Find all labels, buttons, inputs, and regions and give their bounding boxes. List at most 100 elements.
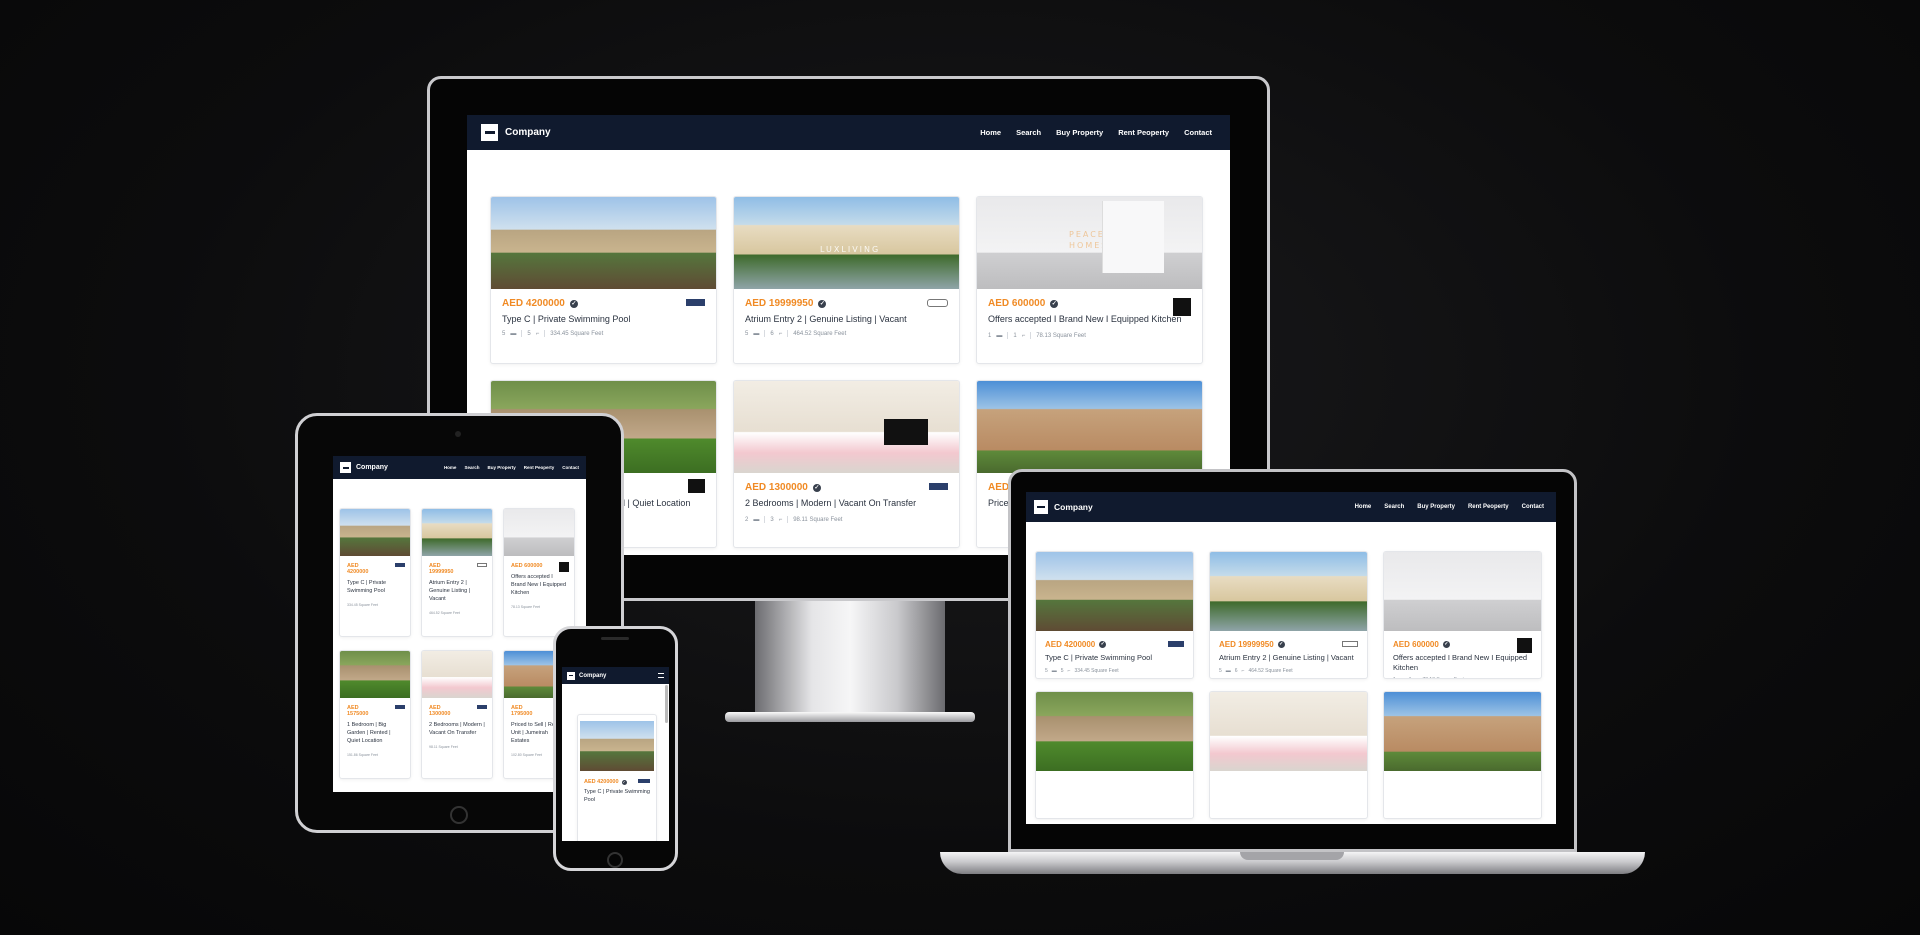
baths-count: 1 [1409,677,1412,678]
listing-title[interactable]: Atrium Entry 2 | Genuine Listing | Vacan… [745,314,948,324]
listing-title[interactable]: Offers accepted I Brand New I Equipped K… [988,314,1191,324]
listing-photo[interactable] [1384,692,1541,771]
phone-home-button[interactable] [607,852,623,868]
listing-title[interactable]: Type C | Private Swimming Pool [1045,653,1184,662]
listing-title[interactable]: Type C | Private Swimming Pool [584,788,650,804]
beds-count: 1 [988,332,992,339]
bath-icon: ⌐ [1241,668,1245,674]
tablet-screen: Company Home Search Buy Property Rent Pe… [333,456,586,792]
listing-photo[interactable] [422,651,492,698]
listing-photo[interactable] [504,509,574,556]
listing-photo[interactable] [491,197,716,289]
listing-title[interactable]: Offers accepted I Brand New I Equipped K… [1393,653,1532,673]
tablet-home-button[interactable] [450,806,468,824]
bed-icon: ▬ [753,330,760,337]
navbar: Company Home Search Buy Property Rent Pe… [1026,492,1556,522]
listing-card[interactable]: PEACE HOMES AED 600000 ✓ Offers accepted … [976,196,1203,364]
monitor-stand-neck [755,601,945,721]
nav-search[interactable]: Search [464,465,479,470]
menu-toggle-icon[interactable] [658,673,664,678]
listing-photo[interactable] [1036,692,1193,771]
listing-title[interactable]: Atrium Entry 2 | Genuine Listing | Vacan… [1219,653,1358,662]
verified-check-icon: ✓ [818,299,827,308]
listing-price: AED 600000 [988,298,1046,309]
nav-buy-property[interactable]: Buy Property [1056,128,1103,137]
company-logo-icon[interactable] [340,462,351,473]
nav-rent-property[interactable]: Rent Peoperty [1118,128,1169,137]
photo-watermark: LUXLIVING [820,245,881,254]
listing-price: AED 4200000 [584,779,619,785]
listing-photo[interactable] [422,509,492,556]
listing-card[interactable]: AED 4200000 ✓ Type C | Private Swimming P… [490,196,717,364]
brand-name[interactable]: Company [356,464,444,471]
listing-card[interactable]: AED 600000 ✓ Offers accepted I Brand New I… [1383,551,1542,679]
brand-name[interactable]: Company [1054,502,1355,512]
listing-title[interactable]: 2 Bedrooms | Modern | Vacant On Transfer [429,721,485,737]
nav-buy-property[interactable]: Buy Property [487,465,515,470]
nav-contact[interactable]: Contact [562,465,579,470]
area-value: 78.13 Square Feet [1422,677,1463,678]
agent-logo [686,299,705,306]
verified-check-icon: ✓ [1099,641,1107,648]
area-value: 151.86 Square Feet [347,753,378,757]
monitor-stand-base [725,712,975,722]
nav-home[interactable]: Home [1355,504,1372,510]
listing-card[interactable] [1209,691,1368,819]
nav-search[interactable]: Search [1384,504,1404,510]
navbar: Company [562,667,669,684]
area-value: 78.13 Square Feet [1036,332,1086,339]
area-value: 78.13 Square Feet [511,605,540,609]
listing-title[interactable]: 1 Bedroom | Big Garden | Rented | Quiet … [347,721,403,745]
verified-check-icon: ✓ [1050,299,1059,308]
listing-card[interactable] [1383,691,1542,819]
company-logo-icon[interactable] [567,671,575,680]
nav-search[interactable]: Search [1016,128,1041,137]
listing-card[interactable]: AED 1575000 1 Bedroom | Big Garden | Rent… [339,650,411,779]
listing-photo[interactable] [977,381,1202,473]
laptop-notch [1240,852,1344,860]
listing-photo[interactable]: LUXLIVING [734,197,959,289]
brand-name[interactable]: Company [579,673,658,679]
listing-card[interactable]: AED 600000 Offers accepted I Brand New I … [503,508,575,637]
brand-name[interactable]: Company [505,127,980,138]
verified-check-icon: ✓ [812,483,821,492]
listing-title[interactable]: Offers accepted I Brand New I Equipped K… [511,573,567,597]
nav-contact[interactable]: Contact [1184,128,1212,137]
listing-title[interactable]: Type C | Private Swimming Pool [347,579,403,595]
listing-card[interactable]: AED 1300000 ✓ 2 Bedrooms | Modern | Vacan… [733,380,960,548]
listing-photo[interactable] [340,651,410,698]
listing-card[interactable]: AED 4200000 Type C | Private Swimming Poo… [339,508,411,637]
nav-rent-property[interactable]: Rent Peoperty [1468,504,1509,510]
agent-logo [1517,638,1532,653]
verified-check-icon: ✓ [569,299,578,308]
phone-scrollbar[interactable] [665,685,668,723]
listing-photo[interactable] [580,721,654,771]
listing-card[interactable]: LUXLIVING AED 19999950 ✓ Atrium Entry 2 |… [733,196,960,364]
listing-photo[interactable] [734,381,959,473]
listing-photo[interactable]: PEACE HOMES [977,197,1202,289]
listing-title[interactable]: Atrium Entry 2 | Genuine Listing | Vacan… [429,579,485,603]
listing-photo[interactable] [1384,552,1541,631]
listing-photo[interactable] [1210,552,1367,631]
listing-card[interactable]: AED 19999950 ✓ Atrium Entry 2 | Genuine Li… [1209,551,1368,679]
listing-card[interactable]: AED 19999950 Atrium Entry 2 | Genuine Lis… [421,508,493,637]
listing-photo[interactable] [1036,552,1193,631]
listing-card[interactable]: AED 4200000 ✓ Type C | Private Swimming Po… [1035,551,1194,679]
nav-buy-property[interactable]: Buy Property [1417,504,1455,510]
listing-card[interactable]: AED 1300000 2 Bedrooms | Modern | Vacant … [421,650,493,779]
company-logo-icon[interactable] [481,124,498,141]
beds-count: 5 [745,330,749,337]
listing-photo[interactable] [1210,692,1367,771]
area-value: 334.45 Square Feet [1074,668,1119,674]
listing-title[interactable]: 2 Bedrooms | Modern | Vacant On Transfer [745,498,948,508]
listing-card[interactable]: AED 4200000 ✓ Type C | Private Swimming P… [577,714,657,841]
nav-home[interactable]: Home [444,465,457,470]
listing-card[interactable] [1035,691,1194,819]
listing-photo[interactable] [340,509,410,556]
nav-rent-property[interactable]: Rent Peoperty [524,465,555,470]
phone-speaker [601,637,629,640]
nav-contact[interactable]: Contact [1522,504,1544,510]
company-logo-icon[interactable] [1034,500,1048,514]
nav-home[interactable]: Home [980,128,1001,137]
listing-title[interactable]: Type C | Private Swimming Pool [502,314,705,324]
